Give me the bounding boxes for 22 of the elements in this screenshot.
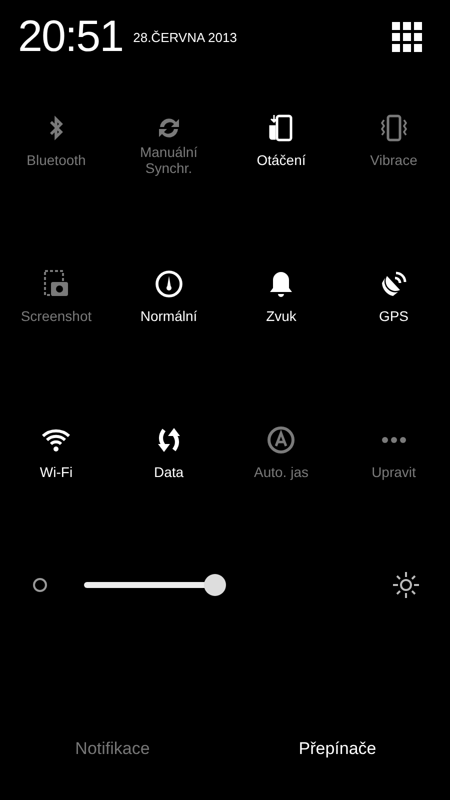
quick-toggle[interactable]: GPS: [344, 268, 444, 340]
quick-toggle[interactable]: Auto. jas: [231, 424, 332, 496]
quick-toggle[interactable]: Manuální Synchr.: [118, 112, 219, 184]
dim-icon: [32, 577, 48, 593]
clock-time: 20:51: [18, 12, 124, 62]
tab[interactable]: Notifikace: [0, 729, 225, 769]
quick-toggle[interactable]: Upravit: [344, 424, 444, 496]
quick-toggle[interactable]: Bluetooth: [6, 112, 106, 184]
gauge-icon: [152, 268, 185, 300]
app-grid-icon[interactable]: [392, 22, 422, 52]
auto-brightness-icon: [265, 424, 298, 456]
tab[interactable]: Přepínače: [225, 729, 450, 769]
quick-toggle[interactable]: Zvuk: [231, 268, 332, 340]
quick-toggle[interactable]: Wi-Fi: [6, 424, 106, 496]
more-icon: [382, 437, 406, 443]
quick-toggle[interactable]: Otáčení: [231, 112, 332, 184]
quick-toggle[interactable]: Normální: [118, 268, 219, 340]
quick-toggle[interactable]: Data: [118, 424, 219, 496]
date-text: 28.ČERVNA 2013: [133, 30, 237, 44]
quick-toggle[interactable]: Vibrace: [344, 112, 444, 184]
quick-toggle[interactable]: Screenshot: [6, 268, 106, 340]
sun-icon: [392, 571, 420, 599]
